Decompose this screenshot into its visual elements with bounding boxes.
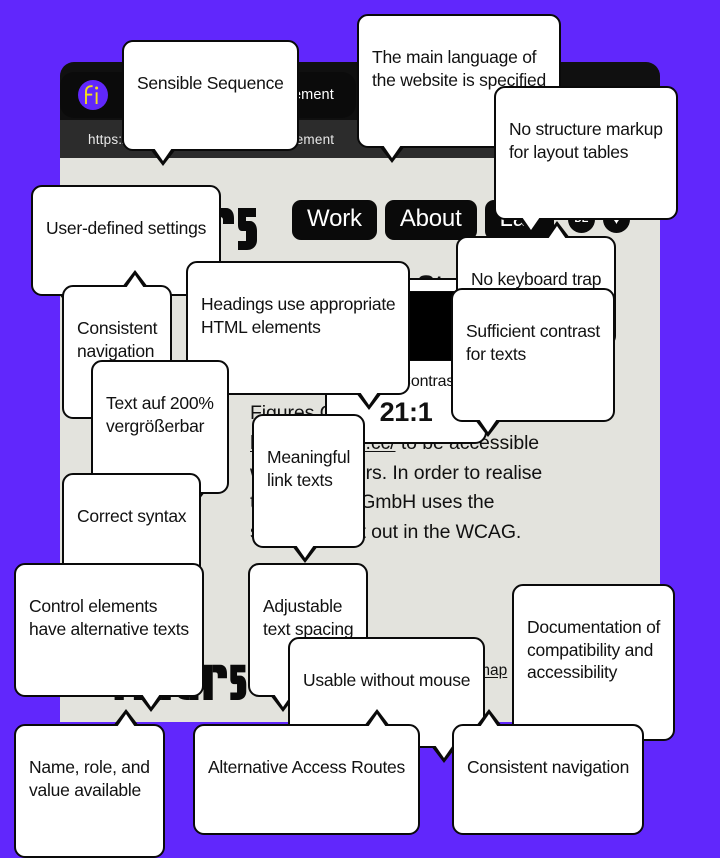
callout-no-structure-markup: No structure markup for layout tables: [494, 86, 678, 235]
callout-text: Control elements have alternative texts: [29, 595, 189, 639]
callout-text: Sensible Sequence: [137, 72, 284, 93]
callout-text: No keyboard trap: [471, 268, 602, 289]
callout-alternative-access-routes: Alternative Access Routes: [193, 709, 421, 835]
callout-text: The main language of the website is spec…: [372, 46, 546, 90]
callout-text: Text auf 200% vergrößerbar: [106, 392, 214, 436]
callout-consistent-navigation-bottom: Consistent navigation: [452, 709, 645, 835]
callout-text: Sufficient contrast for texts: [466, 320, 601, 364]
callout-text: Consistent navigation: [77, 317, 158, 361]
callout-text: Correct syntax: [77, 505, 187, 526]
nav-item-work[interactable]: Work: [292, 200, 377, 240]
callout-tail-fill-icon: [360, 391, 379, 405]
callout-control-alt-texts: Control elements have alternative texts: [14, 563, 204, 712]
callout-tail-fill-icon: [154, 148, 172, 161]
callout-tail-fill-icon: [479, 418, 497, 432]
callout-sensible-sequence: Sensible Sequence: [122, 40, 299, 166]
callout-tail-fill-icon: [383, 144, 401, 158]
callout-tail-fill-icon: [116, 714, 135, 727]
callout-meaningful-link-texts: Meaningful link texts: [252, 414, 366, 563]
callout-text: Headings use appropriate HTML elements: [201, 293, 396, 337]
callout-text: Usable without mouse: [303, 669, 471, 690]
callout-tail-fill-icon: [522, 216, 540, 230]
callout-tail-fill-icon: [548, 226, 566, 239]
callout-text: Consistent navigation: [467, 756, 630, 777]
callout-text: Documentation of compatibility and acces…: [527, 616, 661, 683]
callout-name-role-value: Name, role, and value available: [14, 709, 165, 858]
callout-text: Meaningful link texts: [267, 446, 351, 490]
callout-text: Adjustable text spacing: [263, 595, 354, 639]
nav-item-about[interactable]: About: [384, 200, 477, 240]
callout-tail-fill-icon: [296, 544, 314, 558]
callout-tail-fill-icon: [141, 693, 160, 707]
callout-tail-fill-icon: [126, 275, 145, 288]
callout-sufficient-contrast: Sufficient contrast for texts: [451, 288, 616, 437]
callout-tail-fill-icon: [368, 714, 387, 727]
figures-fi-favicon-icon: [78, 80, 108, 110]
callout-text: Alternative Access Routes: [208, 756, 406, 777]
callout-text: User-defined settings: [46, 217, 207, 238]
callout-text: Name, role, and value available: [29, 756, 150, 800]
callout-documentation-compat: Documentation of compatibility and acces…: [512, 584, 676, 756]
callout-tail-fill-icon: [480, 714, 498, 727]
callout-tail-fill-icon: [435, 745, 454, 758]
callout-text: No structure markup for layout tables: [509, 118, 663, 162]
